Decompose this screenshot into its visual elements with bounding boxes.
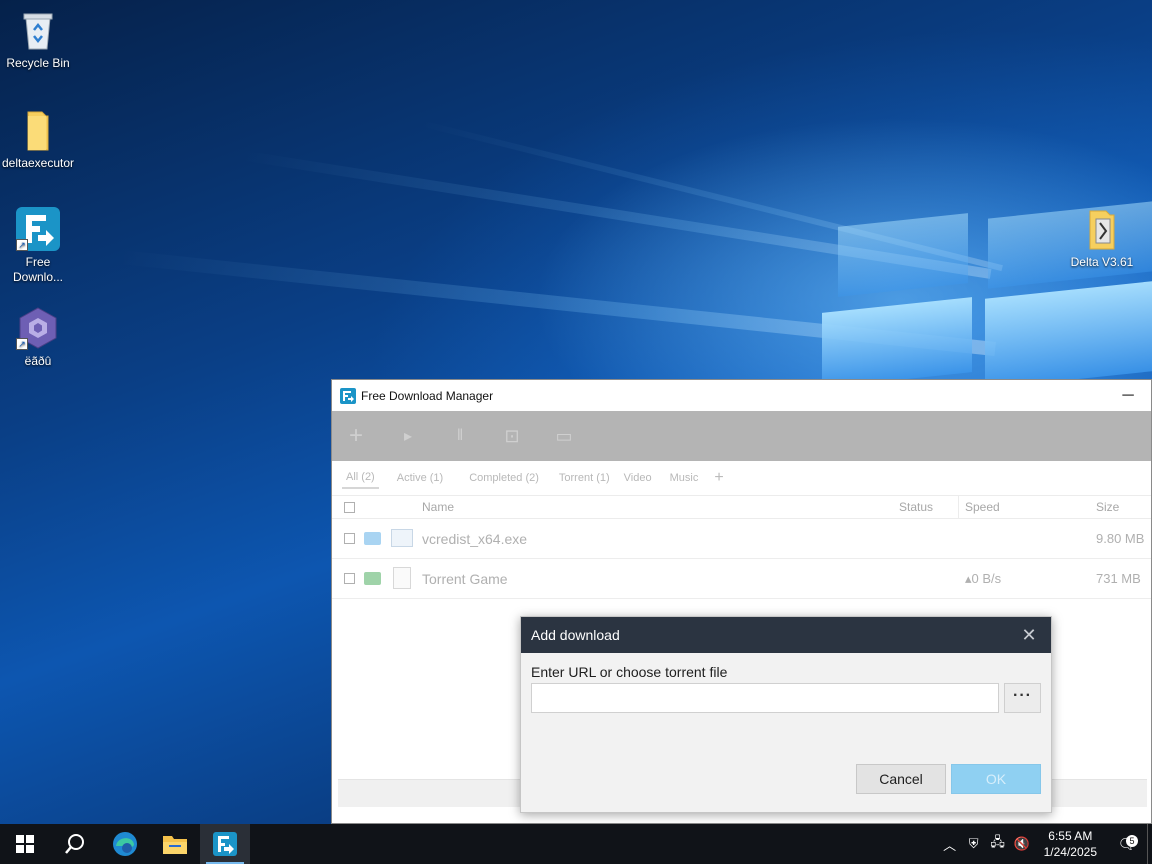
tab-torrent[interactable]: Torrent (1) (555, 468, 614, 488)
wallpaper-window-pane (838, 213, 968, 297)
fdm-titlebar[interactable]: Free Download Manager ─ (332, 380, 1151, 411)
folder-icon (1080, 207, 1124, 251)
row-name: Torrent Game (422, 571, 508, 587)
row-name: vcredist_x64.exe (422, 531, 528, 547)
file-explorer-icon (163, 836, 187, 854)
folder-icon[interactable] (364, 572, 381, 585)
folder-open-icon[interactable]: ▭ (550, 422, 578, 450)
free-download-manager-icon (340, 387, 356, 404)
play-icon[interactable]: ▸ (394, 422, 422, 450)
desktop-icon-label: deltaexecutor (1, 156, 75, 170)
desktop-icon-label: Delta V3.61 (1070, 255, 1134, 269)
desktop-icon-delta-v3[interactable]: Delta V3.61 (1064, 207, 1140, 270)
row-checkbox[interactable] (344, 573, 355, 584)
table-header: Name Status Speed Size (332, 495, 1151, 520)
table-row[interactable]: Torrent Game ▴0 B/s 731 MB (332, 559, 1151, 599)
ok-button[interactable]: OK (951, 764, 1041, 794)
desktop-icon-label: Free Downlo... (12, 255, 64, 284)
add-icon[interactable]: + (342, 422, 370, 450)
url-input[interactable] (531, 683, 999, 713)
desktop-icon-label: ëãðû (24, 354, 52, 368)
start-button[interactable] (0, 824, 50, 864)
add-download-dialog: Add download ✕ Enter URL or choose torre… (520, 616, 1052, 813)
close-icon[interactable]: ✕ (1007, 625, 1051, 646)
clock-time: 6:55 AM (1048, 829, 1093, 843)
tab-video[interactable]: Video (620, 468, 656, 488)
file-explorer-taskbar-button[interactable] (150, 824, 200, 864)
taskbar: ︿ ⛨ 🖧 🔇 6:55 AM 1/24/2025 🗨 5 (0, 824, 1152, 864)
free-download-manager-icon: ↗ (16, 207, 60, 251)
dialog-titlebar[interactable]: Add download ✕ (521, 617, 1051, 653)
tab-all[interactable]: All (2) (342, 467, 379, 489)
shortcut-arrow-icon: ↗ (16, 239, 28, 251)
desktop-icon-recycle-bin[interactable]: Recycle Bin (0, 8, 76, 71)
system-tray: ︿ ⛨ 🖧 🔇 6:55 AM 1/24/2025 🗨 5 (938, 824, 1152, 864)
fdm-taskbar-button[interactable] (200, 824, 250, 864)
delete-icon[interactable]: ⊡ (498, 422, 526, 450)
tab-music[interactable]: Music (666, 468, 703, 488)
column-speed[interactable]: Speed (965, 500, 1000, 514)
select-all-checkbox[interactable] (344, 502, 355, 513)
notifications-button[interactable]: 🗨 5 (1107, 835, 1147, 853)
shortcut-arrow-icon: ↗ (16, 338, 28, 350)
windows-logo-icon (16, 835, 34, 853)
cancel-button[interactable]: Cancel (856, 764, 946, 794)
tab-active[interactable]: Active (1) (393, 468, 447, 488)
edge-icon (113, 832, 137, 856)
wallpaper-window-pane (822, 297, 972, 388)
desktop-icon-deltaexecutor[interactable]: deltaexecutor (0, 108, 76, 171)
volume-muted-icon[interactable]: 🔇 (1010, 836, 1034, 852)
row-speed: ▴0 B/s (965, 571, 1002, 586)
fdm-toolbar: + ▸ ‖ ⊡ ▭ (332, 411, 1151, 461)
clock-date: 1/24/2025 (1043, 845, 1097, 859)
search-button[interactable] (50, 824, 100, 864)
minimize-button[interactable]: ─ (1105, 387, 1151, 405)
add-tab-icon[interactable]: + (708, 469, 729, 487)
url-label: Enter URL or choose torrent file (531, 664, 728, 680)
notification-count: 5 (1126, 835, 1138, 847)
column-size[interactable]: Size (1096, 500, 1119, 514)
desktop-icon-label: Recycle Bin (6, 56, 70, 70)
row-checkbox[interactable] (344, 533, 355, 544)
tab-completed[interactable]: Completed (2) (465, 468, 543, 488)
dialog-title: Add download (531, 627, 620, 643)
search-icon (65, 834, 84, 854)
row-size: 9.80 MB (1096, 531, 1145, 546)
clock[interactable]: 6:55 AM 1/24/2025 (1034, 828, 1107, 860)
recycle-bin-icon (16, 8, 60, 52)
wallpaper-window-pane (985, 281, 1152, 389)
exe-file-icon (391, 529, 413, 547)
show-desktop-button[interactable] (1147, 824, 1152, 864)
folder-icon[interactable] (364, 532, 381, 545)
folder-icon (16, 108, 60, 152)
desktop-icon-gamecube[interactable]: ↗ ëãðû (0, 306, 76, 369)
desktop-icon-free-download-manager[interactable]: ↗ Free Downlo... (0, 207, 76, 285)
network-icon[interactable]: 🖧 (986, 833, 1010, 855)
column-name[interactable]: Name (422, 500, 454, 514)
pause-icon[interactable]: ‖ (446, 422, 474, 450)
free-download-manager-icon (213, 832, 237, 856)
file-icon (393, 567, 411, 589)
gamecube-icon: ↗ (16, 306, 60, 350)
security-warning-icon[interactable]: ⛨ (962, 836, 986, 852)
table-row[interactable]: vcredist_x64.exe 9.80 MB (332, 519, 1151, 559)
column-status[interactable]: Status (899, 500, 933, 514)
filter-tabs: All (2) Active (1) Completed (2) Torrent… (332, 461, 1151, 495)
column-divider (958, 496, 959, 520)
fdm-title: Free Download Manager (361, 388, 494, 403)
browse-torrent-button[interactable]: ··· (1004, 683, 1041, 713)
edge-taskbar-button[interactable] (100, 824, 150, 864)
chevron-up-icon[interactable]: ︿ (938, 835, 962, 854)
row-size: 731 MB (1096, 571, 1141, 586)
